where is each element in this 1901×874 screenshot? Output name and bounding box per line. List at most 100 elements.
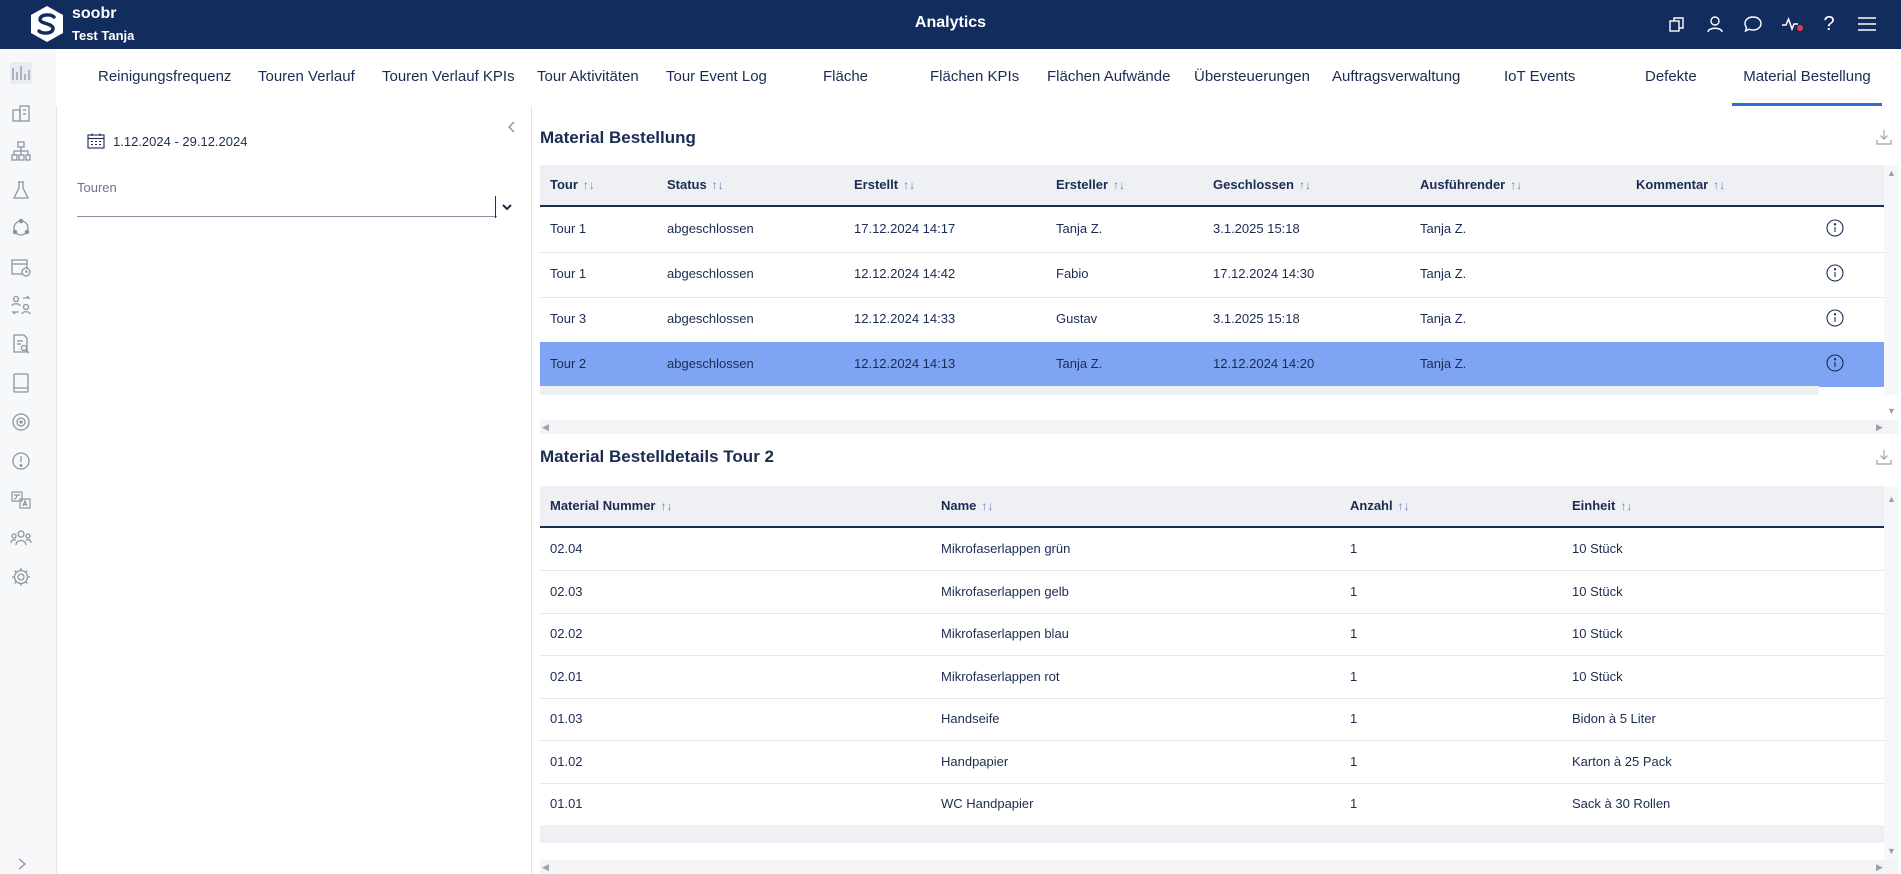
sort-icon[interactable]: ↑↓ [712, 178, 724, 192]
table-row[interactable]: 01.01 WC Handpapier 1 Sack à 30 Rollen [540, 783, 1884, 825]
tab-touren-verlauf-kpis[interactable]: Touren Verlauf KPIs [382, 49, 515, 106]
settings-icon[interactable] [10, 566, 32, 588]
translate-icon[interactable] [10, 489, 32, 511]
col-status[interactable]: Status ↑↓ [667, 177, 724, 192]
expand-sidebar-icon[interactable] [12, 856, 32, 872]
tab-auftragsverwaltung[interactable]: Auftragsverwaltung [1332, 49, 1460, 106]
date-range-picker[interactable]: 1.12.2024 - 29.12.2024 [87, 133, 247, 149]
col-kommentar[interactable]: Kommentar ↑↓ [1636, 177, 1725, 192]
tab-flaechen-kpis[interactable]: Flächen KPIs [930, 49, 1019, 106]
info-icon[interactable] [1826, 309, 1844, 327]
cell-name: Mikrofaserlappen rot [941, 669, 1060, 684]
orders-horizontal-scrollbar[interactable]: ◀ ▶ [540, 420, 1898, 434]
col-ersteller[interactable]: Ersteller ↑↓ [1056, 177, 1125, 192]
cell-qty: 1 [1350, 754, 1358, 769]
hierarchy-icon[interactable] [10, 140, 32, 162]
sort-icon[interactable]: ↑↓ [660, 499, 672, 513]
sort-icon[interactable]: ↑↓ [1398, 499, 1410, 513]
cycle-icon[interactable] [10, 217, 32, 239]
help-icon[interactable]: ? [1815, 12, 1843, 36]
table-row-selected[interactable]: Tour 2 abgeschlossen 12.12.2024 14:13 Ta… [540, 342, 1884, 387]
chat-icon[interactable] [1739, 12, 1767, 36]
cell-executor: Tanja Z. [1420, 356, 1467, 371]
cell-name: Mikrofaserlappen blau [941, 626, 1069, 641]
info-icon[interactable] [1826, 354, 1844, 372]
cell-created: 12.12.2024 14:33 [854, 311, 956, 326]
tab-tour-aktivitaeten[interactable]: Tour Aktivitäten [537, 49, 639, 106]
table-row[interactable]: 01.03 Handseife 1 Bidon à 5 Liter [540, 698, 1884, 741]
details-table: Material Nummer ↑↓ Name ↑↓ Anzahl ↑↓ Einhei… [540, 486, 1884, 862]
target-icon[interactable] [10, 411, 32, 433]
document-search-icon[interactable] [10, 333, 32, 355]
sort-icon[interactable]: ↑↓ [1510, 178, 1522, 192]
cell-status: abgeschlossen [667, 356, 754, 371]
sort-icon[interactable]: ↑↓ [583, 178, 595, 192]
table-row[interactable]: 02.02 Mikrofaserlappen blau 1 10 Stück [540, 613, 1884, 656]
table-row[interactable]: Tour 3 abgeschlossen 12.12.2024 14:33 Gu… [540, 297, 1884, 343]
col-anzahl[interactable]: Anzahl ↑↓ [1350, 498, 1410, 513]
alert-icon[interactable] [10, 450, 32, 472]
details-horizontal-scrollbar[interactable]: ◀ ▶ [540, 860, 1898, 874]
date-range-value: 1.12.2024 - 29.12.2024 [113, 133, 248, 149]
cell-unit: 10 Stück [1572, 669, 1623, 684]
col-tour[interactable]: Tour ↑↓ [550, 177, 595, 192]
menu-icon[interactable] [1853, 12, 1881, 36]
table-row[interactable]: Tour 1 abgeschlossen 17.12.2024 14:17 Ta… [540, 207, 1884, 253]
cell-qty: 1 [1350, 541, 1358, 556]
col-einheit[interactable]: Einheit ↑↓ [1572, 498, 1632, 513]
table-row[interactable]: 02.03 Mikrofaserlappen gelb 1 10 Stück [540, 570, 1884, 614]
table-empty-area [540, 386, 1819, 395]
cell-tour: Tour 2 [550, 356, 587, 371]
copy-icon[interactable] [1663, 12, 1691, 36]
download-orders-icon[interactable] [1876, 129, 1892, 145]
user-icon[interactable] [1701, 12, 1729, 36]
cell-unit: 10 Stück [1572, 584, 1623, 599]
tours-select[interactable] [77, 186, 512, 218]
info-icon[interactable] [1826, 219, 1844, 237]
download-details-icon[interactable] [1876, 449, 1892, 465]
col-geschlossen[interactable]: Geschlossen ↑↓ [1213, 177, 1311, 192]
sort-icon[interactable]: ↑↓ [1620, 499, 1632, 513]
building-icon[interactable] [10, 102, 32, 124]
tab-iot-events[interactable]: IoT Events [1504, 49, 1575, 106]
details-vertical-scrollbar[interactable]: ▲ ▼ [1884, 486, 1898, 862]
cell-unit: Sack à 30 Rollen [1572, 796, 1671, 811]
tab-material-bestellung[interactable]: Material Bestellung [1732, 49, 1882, 106]
cell-executor: Tanja Z. [1420, 266, 1467, 281]
col-erstellt[interactable]: Erstellt ↑↓ [854, 177, 915, 192]
sort-icon[interactable]: ↑↓ [1299, 178, 1311, 192]
info-icon[interactable] [1826, 264, 1844, 282]
sort-icon[interactable]: ↑↓ [1113, 178, 1125, 192]
activity-icon[interactable] [1777, 12, 1805, 36]
chevron-down-icon[interactable] [500, 200, 514, 214]
main-content: Material Bestellung Tour ↑↓ Status ↑↓ Erst… [532, 106, 1901, 874]
tab-flaeche[interactable]: Fläche [823, 49, 868, 106]
table-row[interactable]: 02.04 Mikrofaserlappen grün 1 10 Stück [540, 528, 1884, 571]
table-row[interactable]: Tour 1 abgeschlossen 12.12.2024 14:42 Fa… [540, 252, 1884, 298]
tab-tour-event-log[interactable]: Tour Event Log [666, 49, 767, 106]
table-row[interactable]: 01.02 Handpapier 1 Karton à 25 Pack [540, 740, 1884, 784]
orders-table-header: Tour ↑↓ Status ↑↓ Erstellt ↑↓ Ersteller ↑↓ G… [540, 165, 1884, 207]
tab-uebersteuerungen[interactable]: Übersteuerungen [1194, 49, 1310, 106]
tab-flaechen-aufwaende[interactable]: Flächen Aufwände [1047, 49, 1170, 106]
tablet-icon[interactable] [10, 372, 32, 394]
tab-defekte[interactable]: Defekte [1645, 49, 1697, 106]
cell-creator: Fabio [1056, 266, 1089, 281]
flask-icon[interactable] [10, 179, 32, 201]
orders-vertical-scrollbar[interactable]: ▲ ▼ [1884, 165, 1898, 416]
tab-reinigungsfrequenz[interactable]: Reinigungsfrequenz [98, 49, 231, 106]
sort-icon[interactable]: ↑↓ [903, 178, 915, 192]
tab-touren-verlauf[interactable]: Touren Verlauf [258, 49, 355, 106]
sort-icon[interactable]: ↑↓ [1713, 178, 1725, 192]
collapse-panel-icon[interactable] [505, 120, 519, 134]
col-ausfuehrender[interactable]: Ausführender ↑↓ [1420, 177, 1522, 192]
col-name[interactable]: Name ↑↓ [941, 498, 993, 513]
team-icon[interactable] [10, 527, 32, 549]
col-material-nummer[interactable]: Material Nummer ↑↓ [550, 498, 672, 513]
table-row[interactable]: 02.01 Mikrofaserlappen rot 1 10 Stück [540, 655, 1884, 699]
swap-people-icon[interactable] [10, 294, 32, 316]
calendar-clock-icon[interactable] [10, 256, 32, 278]
cell-unit: Bidon à 5 Liter [1572, 711, 1656, 726]
chart-bars-icon[interactable] [10, 62, 32, 84]
sort-icon[interactable]: ↑↓ [981, 499, 993, 513]
